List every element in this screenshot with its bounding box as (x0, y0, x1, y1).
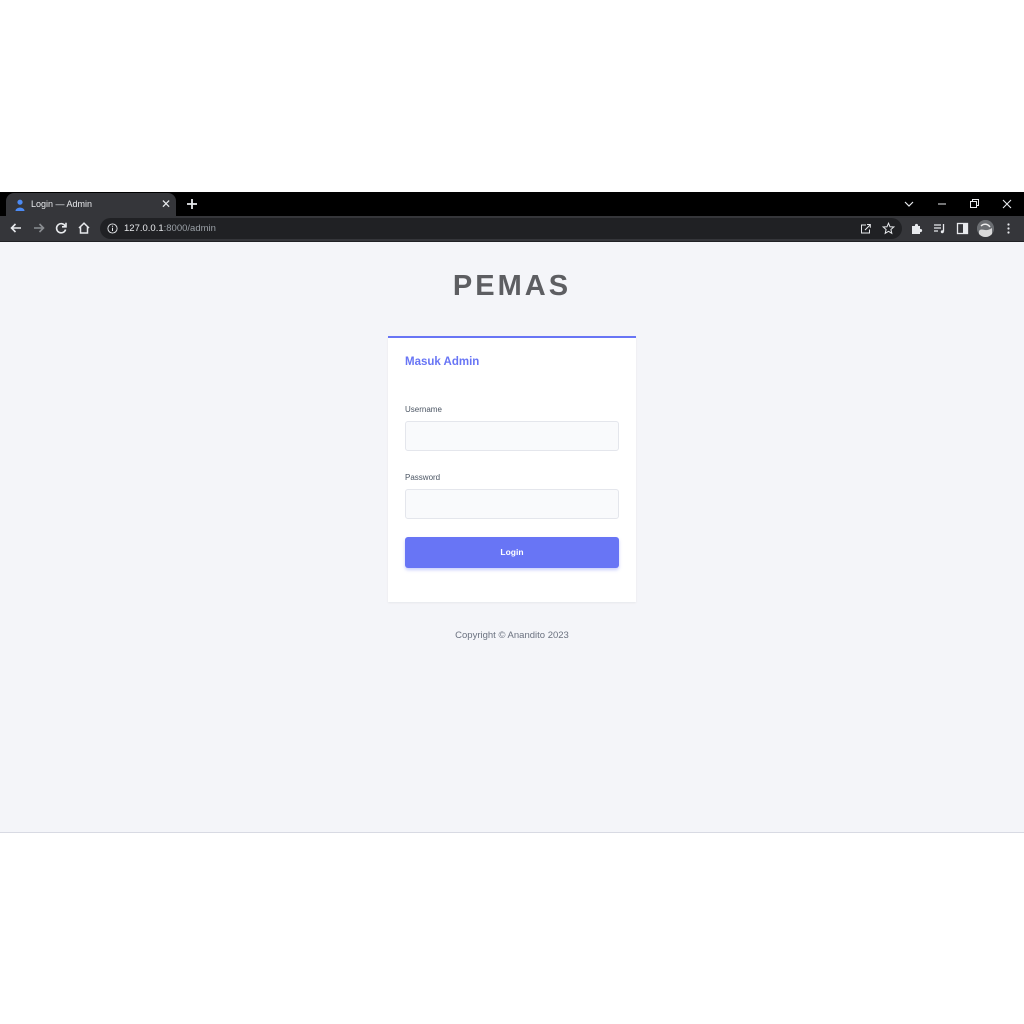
forward-arrow-icon[interactable] (32, 221, 46, 235)
profile-avatar[interactable] (977, 220, 994, 237)
url-path: :8000/admin (163, 223, 216, 234)
reading-list-icon[interactable] (933, 222, 946, 235)
extensions-puzzle-icon[interactable] (910, 222, 923, 235)
back-arrow-icon[interactable] (9, 221, 23, 235)
home-icon[interactable] (77, 221, 91, 235)
new-tab-icon[interactable] (185, 197, 199, 211)
tab-strip: Login — Admin ✕ (0, 192, 1024, 216)
more-menu-icon[interactable] (1002, 222, 1015, 235)
share-icon[interactable] (859, 222, 872, 235)
username-input[interactable] (405, 421, 619, 451)
browser-window: Login — Admin ✕ 127.0.0.1:8000/admin PEM… (0, 192, 1024, 833)
restore-icon[interactable] (966, 196, 982, 212)
browser-tab[interactable]: Login — Admin ✕ (6, 193, 176, 216)
browser-toolbar: 127.0.0.1:8000/admin (0, 216, 1024, 242)
password-input[interactable] (405, 489, 619, 519)
username-label: Username (405, 405, 442, 414)
card-title: Masuk Admin (405, 356, 480, 368)
copyright-footer: Copyright © Anandito 2023 (455, 630, 569, 641)
profile-avatar-image (977, 220, 994, 237)
side-panel-icon[interactable] (956, 222, 969, 235)
login-card: Masuk Admin Username Password Login (388, 336, 636, 602)
minimize-icon[interactable] (934, 196, 950, 212)
page-content: PEMAS Masuk Admin Username Password Logi… (0, 242, 1024, 833)
user-icon (15, 199, 25, 211)
address-bar[interactable]: 127.0.0.1:8000/admin (100, 218, 902, 239)
tab-title: Login — Admin (31, 199, 93, 209)
close-window-icon[interactable] (999, 196, 1015, 212)
site-info-icon[interactable] (107, 223, 118, 234)
password-label: Password (405, 473, 441, 482)
url-host: 127.0.0.1 (124, 223, 164, 234)
reload-icon[interactable] (54, 221, 68, 235)
login-button[interactable]: Login (405, 537, 619, 568)
close-tab-icon[interactable]: ✕ (160, 198, 172, 210)
url-text: 127.0.0.1:8000/admin (124, 223, 216, 234)
tab-search-chevron-down-icon[interactable] (901, 196, 917, 212)
brand-title: PEMAS (452, 270, 572, 302)
bookmark-star-icon[interactable] (882, 222, 895, 235)
